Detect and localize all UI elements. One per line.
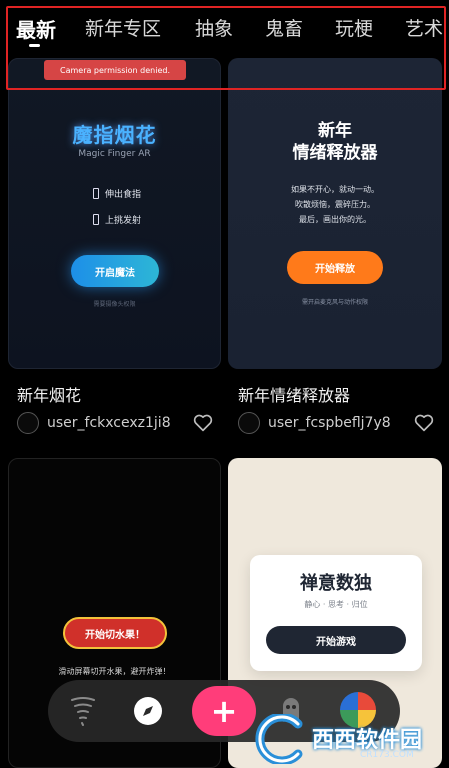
avatar — [238, 412, 260, 434]
card-author[interactable]: user_fckxcexz1ji8 — [17, 412, 171, 434]
preview-subtitle: 静心 · 思考 · 归位 — [304, 600, 368, 609]
card-new-year-fireworks[interactable]: 魔指烟花 Magic Finger AR 伸出食指 上挑发射 开启魔法 需要摄像… — [8, 58, 221, 369]
card-author[interactable]: user_fcspbeflj7y8 — [238, 412, 391, 434]
preview-desc: 最后，画出你的光。 — [299, 215, 371, 224]
card-title[interactable]: 新年烟花 — [17, 382, 81, 406]
username: user_fcspbeflj7y8 — [268, 415, 391, 431]
phone-icon — [93, 188, 99, 199]
tab-abstract[interactable]: 抽象 — [195, 14, 233, 41]
tab-new-year[interactable]: 新年专区 — [85, 14, 161, 41]
start-game-button[interactable]: 开始游戏 — [266, 626, 406, 654]
sudoku-panel: 禅意数独 静心 · 思考 · 归位 开始游戏 — [250, 555, 422, 671]
site-watermark: 西西软件园 CR173.COM — [252, 712, 448, 766]
start-magic-button[interactable]: 开启魔法 — [71, 255, 159, 287]
tab-guichu[interactable]: 鬼畜 — [265, 14, 303, 41]
tab-latest[interactable]: 最新 — [16, 14, 56, 43]
step-text: 上挑发射 — [105, 216, 142, 226]
heart-icon[interactable] — [193, 414, 213, 432]
title-line: 新年 — [318, 121, 352, 141]
tab-art[interactable]: 艺术 — [405, 14, 443, 41]
avatar — [17, 412, 39, 434]
tornado-icon[interactable] — [70, 696, 96, 726]
tab-meme[interactable]: 玩梗 — [335, 14, 373, 41]
preview-step: 伸出食指 — [93, 187, 141, 200]
preview-step: 上挑发射 — [93, 213, 141, 226]
add-button[interactable]: + — [192, 686, 256, 736]
permission-toast: Camera permission denied. — [44, 60, 186, 80]
preview-desc: 吹散烦恼，震碎压力。 — [295, 200, 375, 209]
start-slicing-button[interactable]: 开始切水果！ — [63, 617, 167, 649]
heart-icon[interactable] — [414, 414, 434, 432]
preview-hint: 需要摄像头权限 — [93, 301, 136, 308]
preview-title: 新年 情绪释放器 — [228, 120, 442, 164]
preview-title: 禅意数独 — [300, 573, 372, 594]
preview-desc: 如果不开心，就动一动。 — [291, 185, 379, 194]
preview-hint: 需开启麦克风与动作权限 — [301, 299, 368, 306]
username: user_fckxcexz1ji8 — [47, 415, 171, 431]
preview-hint: 滑动屏幕切开水果，避开炸弹！ — [58, 667, 171, 676]
step-text: 伸出食指 — [105, 190, 142, 200]
card-emotion-release[interactable]: 新年 情绪释放器 如果不开心，就动一动。 吹散烦恼，震碎压力。 最后，画出你的光… — [228, 58, 442, 369]
card-title[interactable]: 新年情绪释放器 — [238, 382, 350, 406]
watermark-logo-icon — [255, 714, 303, 764]
preview-subtitle: Magic Finger AR — [78, 149, 151, 159]
title-line: 情绪释放器 — [292, 143, 378, 163]
watermark-url: CR173.COM — [360, 750, 414, 760]
tab-active-indicator — [29, 44, 40, 47]
compass-icon[interactable] — [134, 697, 162, 725]
preview-title: 魔指烟花 — [72, 123, 157, 147]
category-tabs: 最新 新年专区 抽象 鬼畜 玩梗 艺术 — [0, 0, 449, 56]
phone-icon — [93, 214, 99, 225]
start-release-button[interactable]: 开始释放 — [287, 251, 383, 284]
